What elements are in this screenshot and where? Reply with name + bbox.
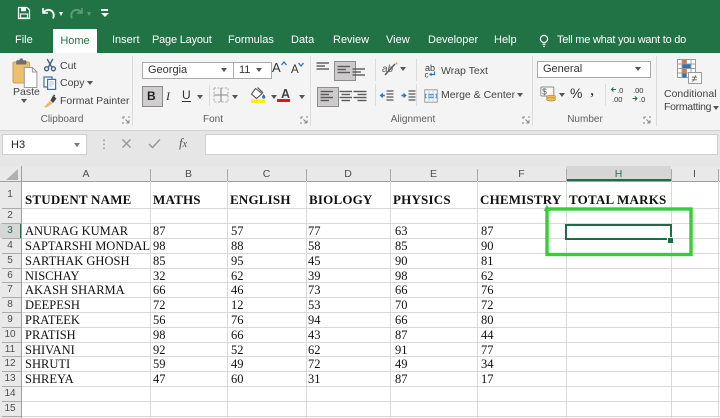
svg-text:.00: .00 <box>612 95 622 104</box>
svg-text:.0: .0 <box>617 86 623 95</box>
svg-text:$: $ <box>542 88 547 97</box>
svg-text:c: c <box>425 71 429 79</box>
svg-text:.0: .0 <box>639 95 645 104</box>
svg-text:≠: ≠ <box>692 72 698 83</box>
svg-text:ab: ab <box>382 64 394 75</box>
svg-text:.00: .00 <box>633 86 643 95</box>
